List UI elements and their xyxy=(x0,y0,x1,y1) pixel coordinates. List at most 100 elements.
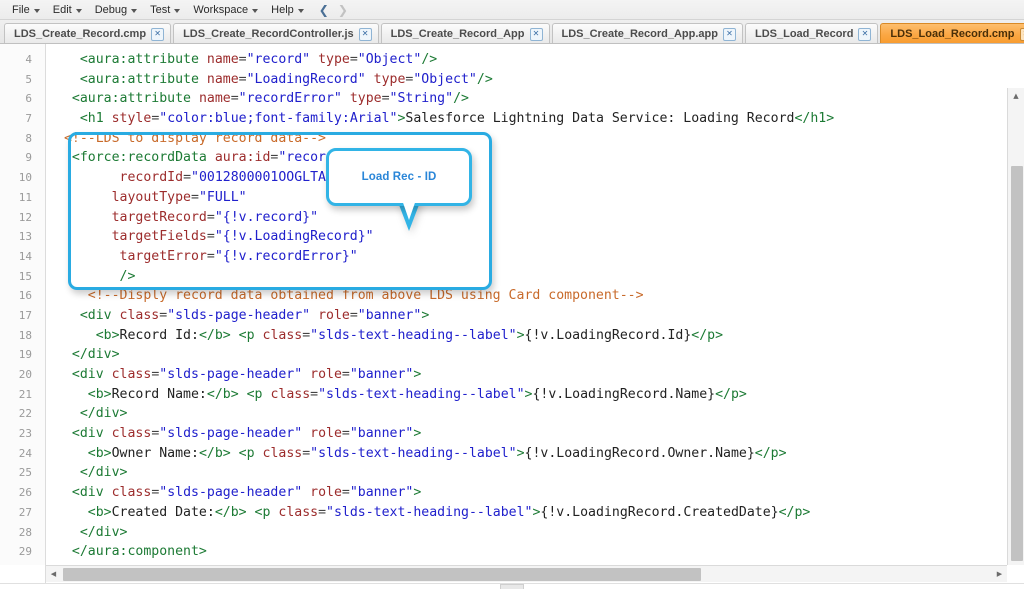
code-line[interactable]: <div class="slds-page-header" role="bann… xyxy=(46,306,1024,326)
scroll-right-arrow-icon[interactable]: ▶ xyxy=(992,566,1007,582)
code-token: = xyxy=(206,209,215,225)
menu-item-label: Help xyxy=(271,3,294,16)
code-token: "slds-text-heading--label" xyxy=(318,386,525,402)
code-content[interactable]: <aura:attribute name="record" type="Obje… xyxy=(46,44,1024,587)
horizontal-scrollbar[interactable]: ◀ ▶ xyxy=(46,565,1007,582)
code-line[interactable]: <div class="slds-page-header" role="bann… xyxy=(46,365,1024,385)
code-token: = xyxy=(238,52,247,67)
code-token: <b> xyxy=(87,386,112,402)
resize-grip[interactable] xyxy=(500,584,524,589)
vertical-scrollbar[interactable]: ▲ ▼ xyxy=(1007,88,1024,587)
code-token: > xyxy=(516,327,525,343)
code-token: </p> xyxy=(691,327,724,343)
scroll-up-arrow-icon[interactable]: ▲ xyxy=(1008,88,1024,103)
code-line[interactable]: </div> xyxy=(46,345,1024,365)
editor-tab-active[interactable]: LDS_Load_Record.cmp ✕ xyxy=(880,23,1024,43)
chevron-down-icon xyxy=(131,8,138,13)
code-line[interactable]: </div> xyxy=(46,523,1024,543)
code-line[interactable]: </div> xyxy=(46,463,1024,483)
code-token: </div> xyxy=(79,524,128,540)
code-token: <p xyxy=(238,445,255,461)
code-token: role xyxy=(310,485,342,501)
code-token: <div xyxy=(71,485,104,501)
code-token: <aura:attribute xyxy=(79,71,199,87)
code-token: = xyxy=(302,327,311,343)
code-token: "slds-text-heading--label" xyxy=(310,445,517,461)
close-icon[interactable]: ✕ xyxy=(723,27,736,41)
close-icon[interactable]: ✕ xyxy=(1019,27,1024,41)
vertical-scrollbar-thumb[interactable] xyxy=(1011,166,1023,561)
code-line[interactable]: targetError="{!v.recordError}" xyxy=(46,247,1024,267)
editor-tab-strip: LDS_Create_Record.cmp ✕ LDS_Create_RecordC… xyxy=(0,20,1024,44)
code-token: class xyxy=(278,504,319,520)
code-token: = xyxy=(341,367,350,382)
code-token: "banner" xyxy=(349,426,414,442)
code-line[interactable]: recordId="0012800001OOGLTAA5" xyxy=(46,168,1024,188)
code-line[interactable]: <div class="slds-page-header" role="bann… xyxy=(46,424,1024,444)
editor-tab[interactable]: LDS_Create_RecordController.js ✕ xyxy=(173,23,379,43)
editor-tab[interactable]: LDS_Create_Record.cmp ✕ xyxy=(4,23,172,43)
editor-tab[interactable]: LDS_Create_Record_App ✕ xyxy=(380,23,550,43)
code-editor[interactable]: 4 5 6 7 8 9 10 11 12 13 14 15 16 17 18 19 20 21 22 23 24 25 26… xyxy=(0,44,1024,587)
close-icon[interactable]: ✕ xyxy=(151,27,165,41)
horizontal-scrollbar-thumb[interactable] xyxy=(63,568,701,581)
code-token: "banner" xyxy=(349,367,414,382)
code-token: <h1 xyxy=(79,111,104,127)
code-line[interactable]: <div class="slds-page-header" role="bann… xyxy=(46,483,1024,503)
code-line[interactable]: layoutType="FULL" xyxy=(46,188,1024,208)
chevron-left-icon[interactable]: ❮ xyxy=(319,4,329,16)
close-icon[interactable]: ✕ xyxy=(358,27,372,41)
code-token: "slds-page-header" xyxy=(159,426,303,442)
menu-item-debug[interactable]: Debug xyxy=(89,2,144,18)
code-line[interactable]: <b>Record Id:</b> <p class="slds-text-he… xyxy=(46,326,1024,346)
code-token: = xyxy=(206,248,215,264)
code-line[interactable]: <aura:attribute name="recordError" type=… xyxy=(46,89,1024,109)
code-token: "Object" xyxy=(413,71,477,87)
code-token: = xyxy=(349,52,358,67)
code-token: </div> xyxy=(79,406,128,422)
menu-item-workspace[interactable]: Workspace xyxy=(187,2,265,18)
code-line[interactable]: /> xyxy=(46,267,1024,287)
code-line[interactable]: targetRecord="{!v.record}" xyxy=(46,208,1024,228)
menu-item-edit[interactable]: Edit xyxy=(47,2,89,18)
chevron-right-icon[interactable]: ❯ xyxy=(338,4,348,16)
scroll-left-arrow-icon[interactable]: ◀ xyxy=(46,566,61,582)
menu-item-test[interactable]: Test xyxy=(144,2,187,18)
menu-item-help[interactable]: Help xyxy=(265,2,311,18)
code-line[interactable]: <force:recordData aura:id="recordLoader" xyxy=(46,148,1024,168)
code-line[interactable]: </div> xyxy=(46,404,1024,424)
code-line[interactable]: <b>Owner Name:</b> <p class="slds-text-h… xyxy=(46,444,1024,464)
line-number: 19 xyxy=(18,348,32,362)
menu-item-file[interactable]: File xyxy=(6,2,47,18)
code-token: <p xyxy=(246,386,263,402)
close-icon[interactable]: ✕ xyxy=(529,27,543,41)
code-line[interactable]: <!--Disply record data obtained from abo… xyxy=(46,286,1024,306)
code-line[interactable]: <b>Created Date:</b> <p class="slds-text… xyxy=(46,503,1024,523)
code-line[interactable]: targetFields="{!v.LoadingRecord}" xyxy=(46,227,1024,247)
code-token: name xyxy=(206,71,239,87)
code-token: type xyxy=(318,52,350,67)
code-line[interactable]: <aura:attribute name="record" type="Obje… xyxy=(46,50,1024,70)
code-token: = xyxy=(230,91,239,107)
code-line[interactable]: <b>Record Name:</b> <p class="slds-text-… xyxy=(46,385,1024,405)
code-token: <div xyxy=(79,307,112,323)
editor-tab[interactable]: LDS_Create_Record_App.app ✕ xyxy=(551,23,743,43)
code-token: "LoadingRecord" xyxy=(246,71,366,87)
code-line[interactable]: <aura:attribute name="LoadingRecord" typ… xyxy=(46,70,1024,90)
code-line[interactable]: <!--LDS to display record data--> xyxy=(46,129,1024,149)
code-line[interactable]: <h1 style="color:blue;font-family:Arial"… xyxy=(46,109,1024,129)
close-icon[interactable]: ✕ xyxy=(858,27,872,41)
code-token: "slds-text-heading--label" xyxy=(326,504,533,520)
editor-tab[interactable]: LDS_Load_Record ✕ xyxy=(745,23,879,43)
code-line[interactable]: </aura:component> xyxy=(46,542,1024,562)
code-token: {!v.LoadingRecord.Name} xyxy=(532,386,716,402)
